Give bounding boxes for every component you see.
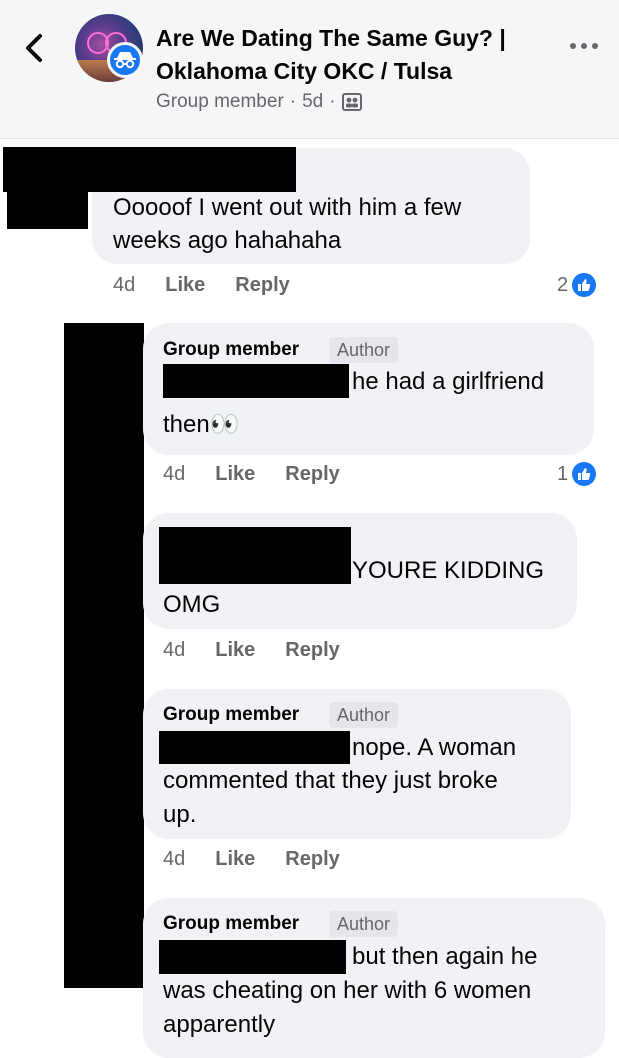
more-options-icon[interactable]: [568, 38, 600, 54]
reply-author-name[interactable]: Group member: [163, 339, 299, 361]
author-badge: Author: [329, 337, 399, 363]
reply-text-line: YOURE KIDDING: [352, 557, 545, 584]
reply-time[interactable]: 4d: [163, 463, 185, 486]
reply-text-line: OMG: [163, 591, 221, 618]
like-button[interactable]: Like: [165, 274, 205, 297]
redacted-reply-avatars: [64, 323, 144, 988]
like-reaction-icon: [572, 462, 597, 486]
reply-actions: 4d Like Reply: [163, 639, 340, 662]
redacted-commenter-name: [3, 147, 296, 192]
reply-button[interactable]: Reply: [285, 848, 339, 871]
post-time[interactable]: 5d: [302, 91, 323, 113]
reaction-count[interactable]: 2: [557, 273, 597, 297]
comment-time[interactable]: 4d: [113, 274, 135, 297]
like-button[interactable]: Like: [215, 463, 255, 486]
reply-text-line: commented that they just broke: [163, 767, 498, 794]
reply-text-line: apparently: [163, 1011, 276, 1038]
reaction-number: 2: [557, 273, 569, 296]
author-badge: Author: [329, 911, 399, 937]
reply-time[interactable]: 4d: [163, 848, 185, 871]
post-meta: Group member · 5d ·: [156, 91, 362, 113]
group-audience-icon: [341, 93, 362, 111]
like-reaction-icon: [572, 273, 597, 297]
reply-author-name[interactable]: Group member: [163, 704, 299, 726]
redacted-mention: [163, 364, 349, 398]
comment-actions: 4d Like Reply: [113, 274, 290, 297]
group-title[interactable]: Are We Dating The Same Guy? | Oklahoma C…: [156, 22, 556, 88]
post-author-role: Group member: [156, 91, 284, 112]
like-button[interactable]: Like: [215, 639, 255, 662]
reply-text-line: was cheating on her with 6 women: [163, 977, 532, 1004]
reaction-number: 1: [557, 462, 569, 485]
redacted-mention: [159, 940, 346, 974]
reply-button[interactable]: Reply: [285, 463, 339, 486]
reply-author-name[interactable]: Group member: [163, 913, 299, 935]
meta-separator: ·: [329, 91, 336, 112]
reply-text-line: but then again he: [352, 943, 538, 970]
reply-actions: 4d Like Reply: [163, 463, 340, 486]
redacted-mention: [159, 731, 350, 764]
reply-actions: 4d Like Reply: [163, 848, 340, 871]
author-badge: Author: [329, 702, 399, 728]
back-arrow-icon[interactable]: [20, 30, 50, 66]
redacted-commenter-avatar: [7, 190, 88, 229]
reply-text-line: up.: [163, 801, 197, 828]
reply-text-line: he had a girlfriend: [352, 368, 545, 395]
comment-text: Ooooof I went out with him a few weeks a…: [113, 194, 462, 254]
redacted-commenter-name: [159, 527, 351, 584]
reply-time[interactable]: 4d: [163, 639, 185, 662]
anonymous-member-icon: [107, 42, 143, 78]
reply-text-line: then👀: [163, 411, 240, 438]
reply-button[interactable]: Reply: [285, 639, 339, 662]
reply-text-line: nope. A woman: [352, 734, 517, 761]
reply-button[interactable]: Reply: [235, 274, 289, 297]
meta-separator: ·: [289, 91, 297, 112]
reaction-count[interactable]: 1: [557, 462, 597, 486]
like-button[interactable]: Like: [215, 848, 255, 871]
post-header: Are We Dating The Same Guy? | Oklahoma C…: [0, 0, 619, 139]
